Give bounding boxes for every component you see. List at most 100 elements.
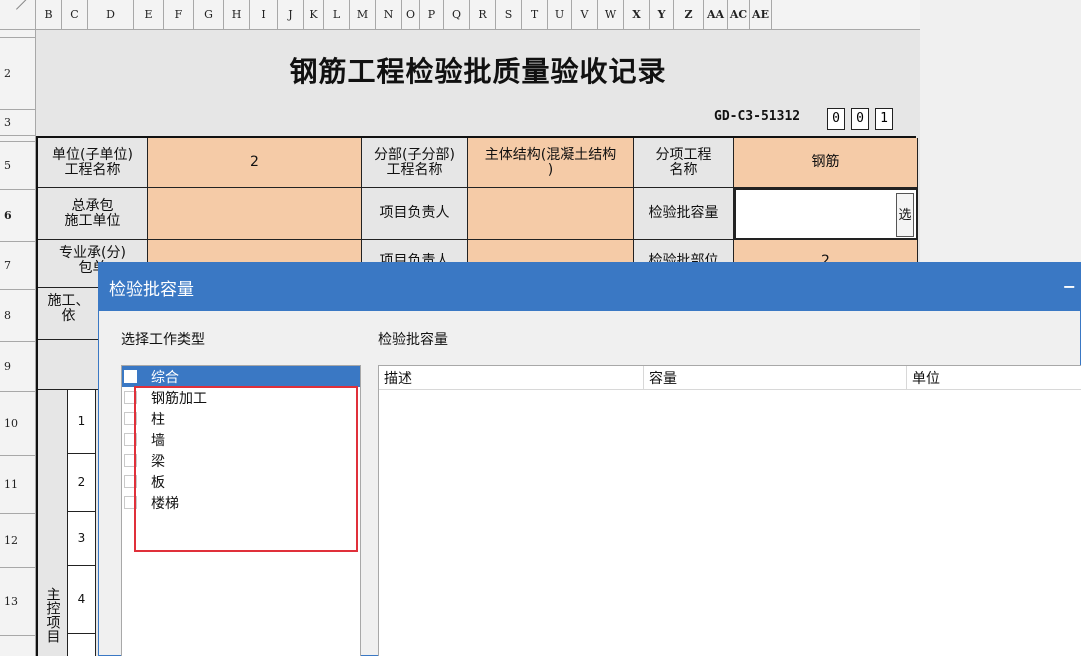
column-header-cell[interactable]: U	[548, 0, 572, 30]
work-type-label: 板	[151, 474, 165, 491]
column-header-cell[interactable]: J	[278, 0, 304, 30]
work-type-item[interactable]: 钢筋加工	[122, 387, 360, 408]
checkbox[interactable]	[124, 454, 137, 467]
checkbox[interactable]	[124, 433, 137, 446]
column-header-cell[interactable]: B	[36, 0, 62, 30]
column-header-cell[interactable]: T	[522, 0, 548, 30]
row-header-cell[interactable]: 9	[0, 342, 36, 392]
column-header-description[interactable]: 描述	[379, 366, 644, 390]
checkbox[interactable]	[124, 391, 137, 404]
column-header-cell[interactable]: M	[350, 0, 376, 30]
row-header-cell[interactable]: 2	[0, 38, 36, 110]
checkbox[interactable]	[124, 496, 137, 509]
document-number: GD-C3-51312	[714, 109, 801, 124]
column-header-cell[interactable]: R	[470, 0, 496, 30]
column-header-cell[interactable]: Z	[674, 0, 704, 30]
column-header-cell[interactable]: S	[496, 0, 522, 30]
unit-name-label: 单位(子单位) 工程名称	[38, 138, 148, 188]
capacity-section-label: 检验批容量	[378, 332, 448, 348]
doc-digit-box[interactable]: 0	[851, 108, 869, 130]
column-header-cell[interactable]: I	[250, 0, 278, 30]
work-type-item[interactable]: 墙	[122, 429, 360, 450]
division-name-label: 分部(子分部) 工程名称	[362, 138, 468, 188]
select-capacity-button[interactable]: 选	[896, 193, 914, 237]
general-contractor-label: 总承包 施工单位	[38, 188, 148, 240]
column-header-cell[interactable]: C	[62, 0, 88, 30]
work-type-label: 柱	[151, 411, 165, 428]
column-header-capacity[interactable]: 容量	[644, 366, 907, 390]
row-header-cell[interactable]: 11	[0, 456, 36, 514]
column-header-cell[interactable]: L	[324, 0, 350, 30]
blank-cell	[38, 340, 100, 390]
row-header-cell[interactable]: 6	[0, 190, 36, 242]
item-number: 3	[68, 512, 96, 566]
work-type-label: 综合	[151, 369, 179, 386]
doc-digit-box[interactable]: 0	[827, 108, 845, 130]
column-header-cell[interactable]: X	[624, 0, 650, 30]
general-contractor-value[interactable]	[148, 188, 362, 240]
row-header-cell[interactable]	[0, 30, 36, 38]
project-manager-label: 项目负责人	[362, 188, 468, 240]
column-header-cell[interactable]: G	[194, 0, 224, 30]
work-type-item[interactable]: 柱	[122, 408, 360, 429]
column-header-cell[interactable]: AA	[704, 0, 728, 30]
checkbox[interactable]	[124, 475, 137, 488]
column-header-cell[interactable]: Q	[444, 0, 470, 30]
item-number: 4	[68, 566, 96, 634]
dialog-title-bar[interactable]: 检验批容量 −	[99, 263, 1080, 311]
work-type-item[interactable]: 梁	[122, 450, 360, 471]
column-header-cell[interactable]: H	[224, 0, 250, 30]
column-header-cell[interactable]: E	[134, 0, 164, 30]
row-header-cell[interactable]: 13	[0, 568, 36, 636]
checkbox[interactable]	[124, 412, 137, 425]
unit-name-value[interactable]: 2	[148, 138, 362, 188]
column-header-cell[interactable]: W	[598, 0, 624, 30]
row-header-cell[interactable]: 8	[0, 290, 36, 342]
batch-capacity-label: 检验批容量	[634, 188, 734, 240]
column-header-cell[interactable]: Y	[650, 0, 674, 30]
row-header-cell[interactable]: 10	[0, 392, 36, 456]
page-title: 钢筋工程检验批质量验收记录	[289, 55, 667, 88]
work-type-item[interactable]: 综合	[122, 366, 360, 387]
column-header-cell[interactable]: V	[572, 0, 598, 30]
select-all-corner[interactable]	[0, 0, 36, 30]
column-header-cell[interactable]: D	[88, 0, 134, 30]
item-number: 1	[68, 390, 96, 454]
work-type-label: 楼梯	[151, 495, 179, 512]
column-header-cell[interactable]: AE	[750, 0, 772, 30]
item-number	[68, 634, 96, 656]
column-header-cell[interactable]: P	[420, 0, 444, 30]
capacity-table-header: 描述 容量 单位	[379, 366, 1081, 390]
dialog-title: 检验批容量	[109, 279, 194, 300]
row-header-cell[interactable]: 5	[0, 142, 36, 190]
work-type-item[interactable]: 板	[122, 471, 360, 492]
construction-basis-label: 施工、 依	[38, 288, 100, 340]
column-header-cell[interactable]: N	[376, 0, 402, 30]
column-header-cell[interactable]: F	[164, 0, 194, 30]
sub-item-name-label: 分项工程 名称	[634, 138, 734, 188]
column-header-cell[interactable]: O	[402, 0, 420, 30]
work-type-label: 墙	[151, 432, 165, 449]
work-type-label: 钢筋加工	[151, 390, 207, 407]
minimize-icon[interactable]: −	[1063, 277, 1076, 296]
work-type-item[interactable]: 楼梯	[122, 492, 360, 513]
row-header-cell[interactable]: 7	[0, 242, 36, 290]
row-header-cell[interactable]: 12	[0, 514, 36, 568]
project-manager-value[interactable]	[468, 188, 634, 240]
row-header-cell[interactable]	[0, 636, 36, 656]
row-header-cell[interactable]: 3	[0, 110, 36, 136]
sub-item-name-value[interactable]: 钢筋	[734, 138, 918, 188]
column-header-unit[interactable]: 单位	[907, 366, 1081, 390]
division-name-value[interactable]: 主体结构(混凝土结构 )	[468, 138, 634, 188]
item-number: 2	[68, 454, 96, 512]
checkbox[interactable]	[124, 370, 137, 383]
capacity-table[interactable]: 描述 容量 单位	[378, 365, 1081, 656]
doc-digit-box[interactable]: 1	[875, 108, 893, 130]
batch-capacity-input[interactable]: 选	[734, 188, 918, 240]
work-type-label: 选择工作类型	[121, 332, 205, 348]
work-type-label: 梁	[151, 453, 165, 470]
column-header-cell[interactable]: K	[304, 0, 324, 30]
column-header-cell[interactable]: AC	[728, 0, 750, 30]
work-type-list[interactable]: 综合钢筋加工柱墙梁板楼梯	[121, 365, 361, 656]
spreadsheet-window: B C D E F G H I J K L M N O P Q R S T U V W X Y Z AA AC AE 23567891…	[0, 0, 1081, 656]
